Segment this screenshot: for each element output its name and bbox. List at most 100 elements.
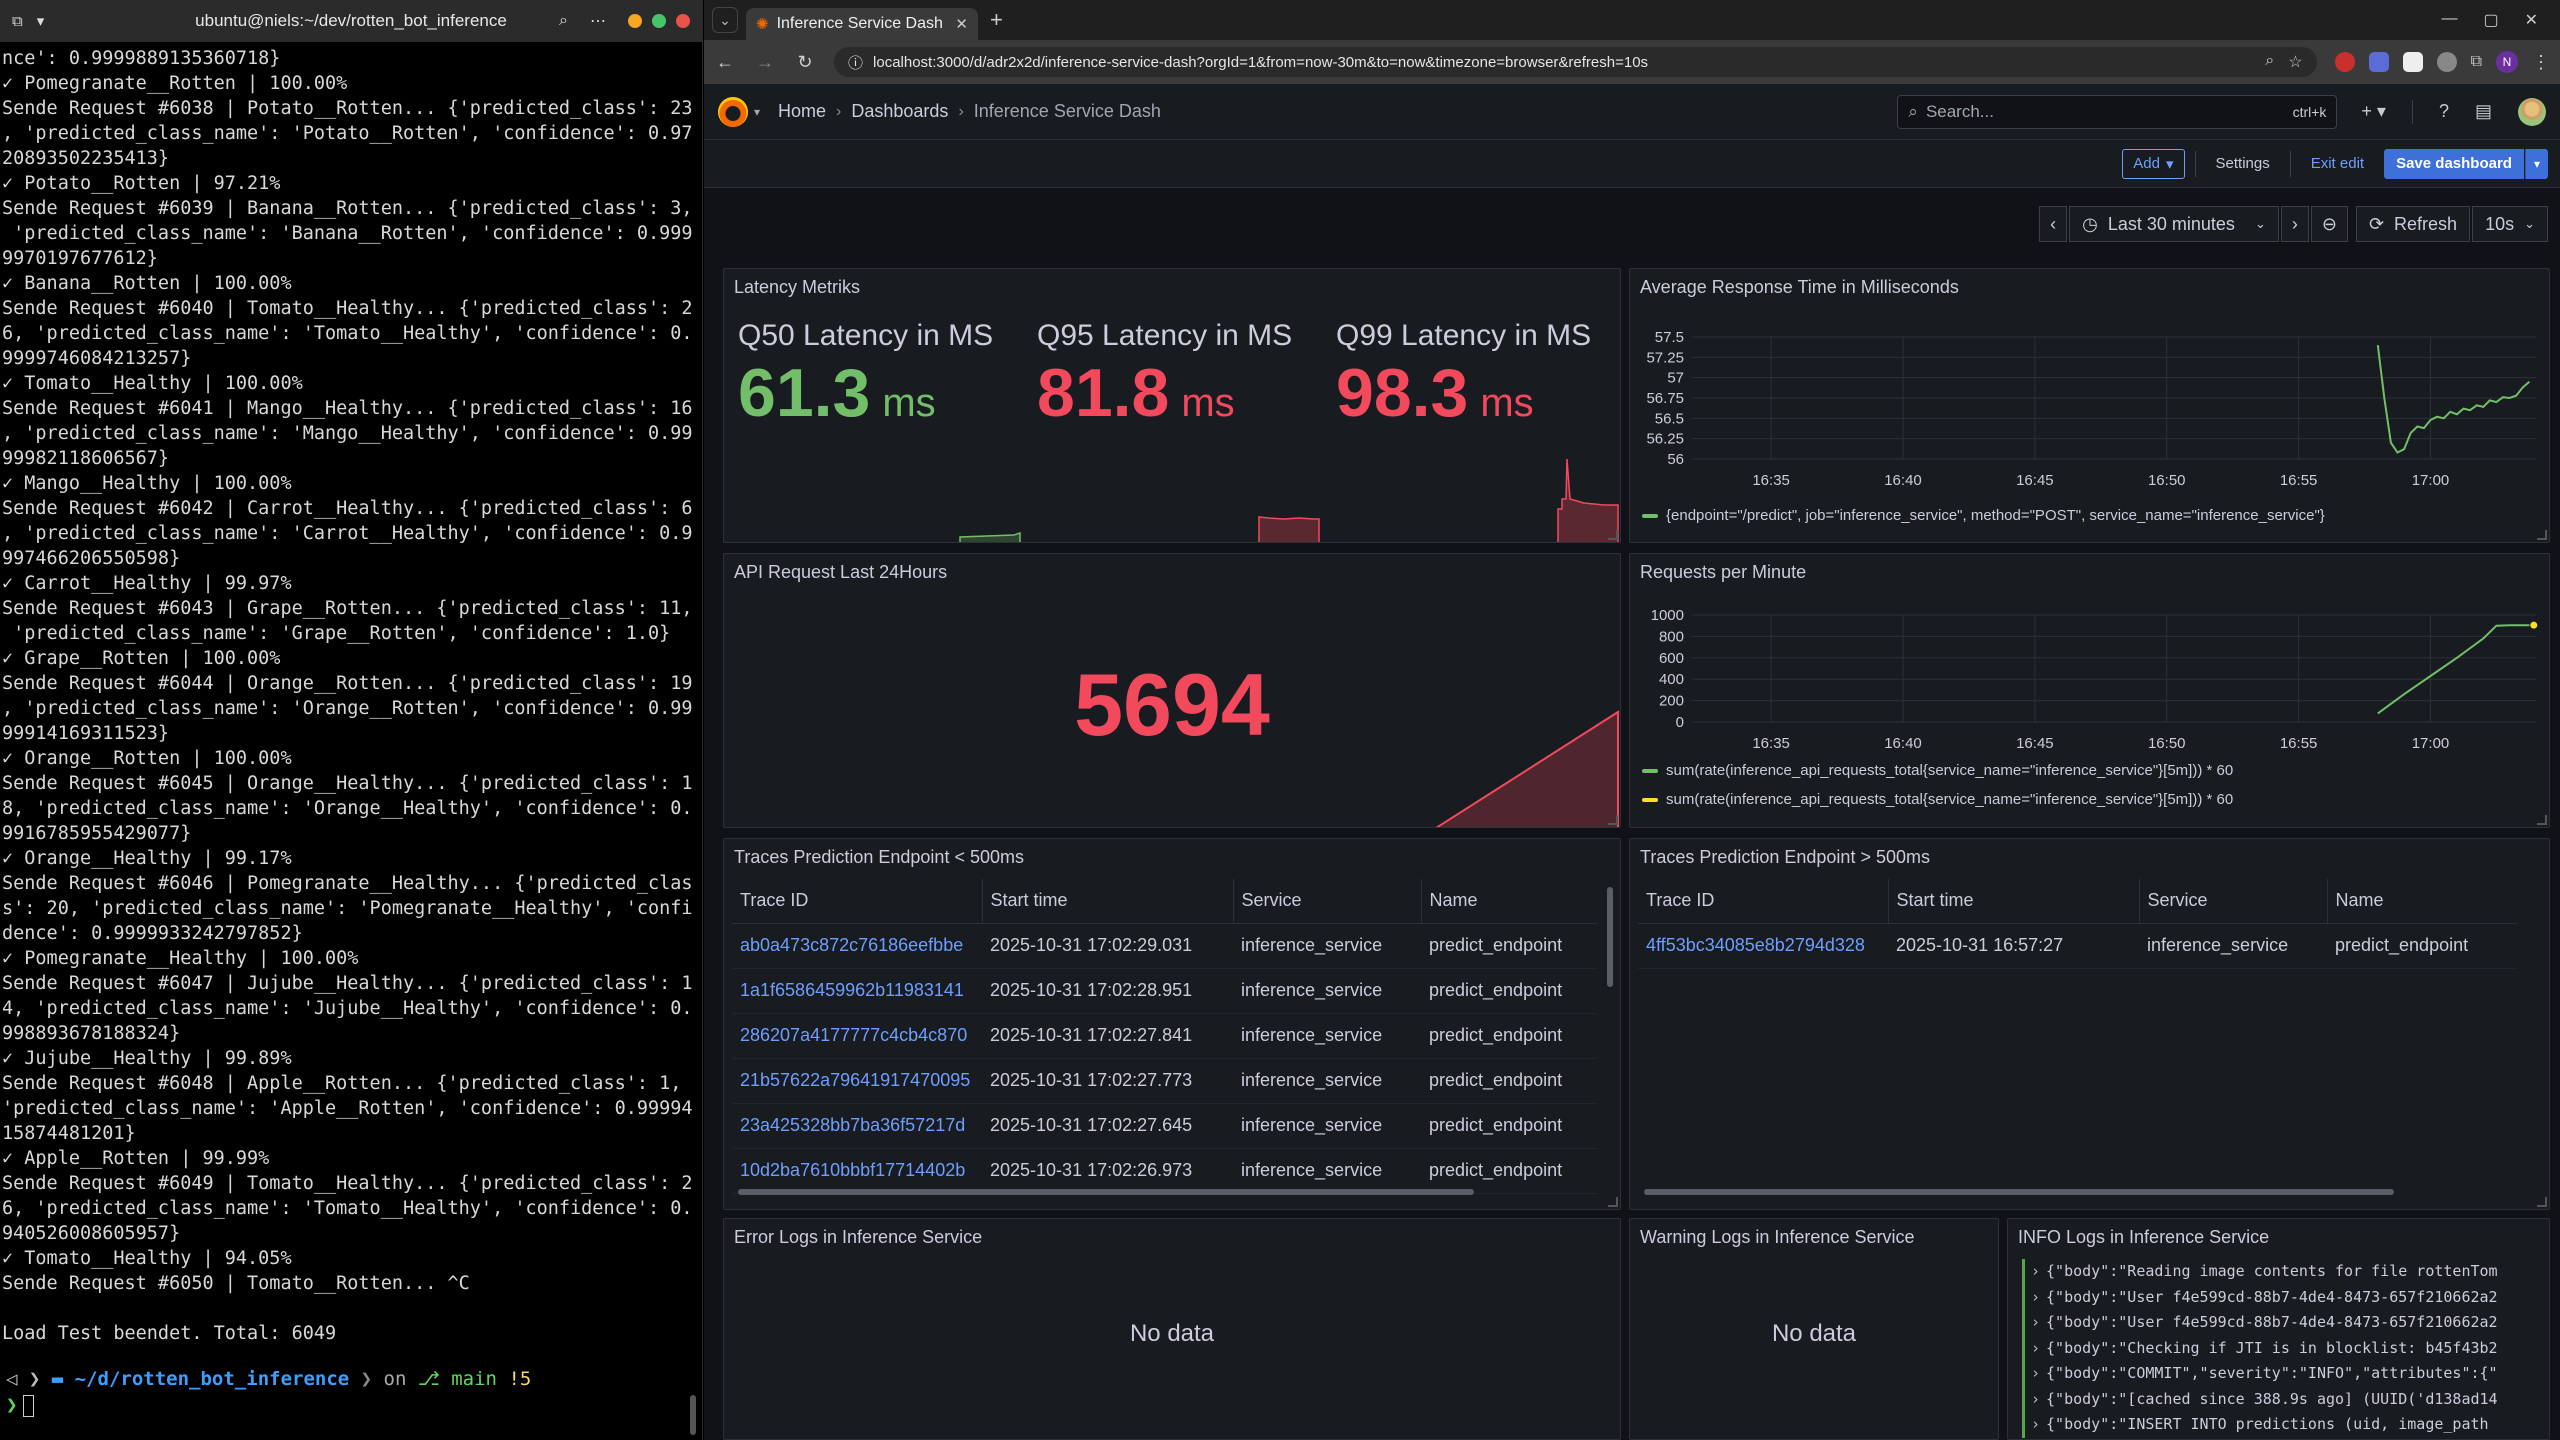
table-row[interactable]: 4ff53bc34085e8b2794d328 2025-10-31 16:57:… [1638, 923, 2517, 969]
bookmark-star-icon[interactable]: ☆ [2288, 52, 2302, 72]
zoom-icon[interactable]: ⌕ [2265, 52, 2274, 72]
panel-traces-fast[interactable]: Traces Prediction Endpoint < 500ms Trace… [723, 838, 1621, 1210]
log-line[interactable]: › {"body":"User f4e599cd-88b7-4de4-8473-6… [2022, 1284, 2535, 1310]
table-row[interactable]: ab0a473c872c76186eefbbe 2025-10-31 17:02:… [732, 923, 1597, 969]
zoom-out-button[interactable]: ⊖ [2310, 206, 2348, 242]
table-row[interactable]: 21b57622a79641917470095 2025-10-31 17:02:… [732, 1058, 1597, 1104]
terminal-input[interactable]: ❯ [0, 1394, 35, 1417]
extensions-puzzle-icon[interactable]: ⧉ [2471, 53, 2482, 71]
column-header-trace-id[interactable]: Trace ID [732, 879, 983, 924]
expand-chevron-icon[interactable]: › [2031, 1339, 2040, 1357]
panel-info-logs[interactable]: INFO Logs in Inference Service › {"body":… [2007, 1218, 2550, 1440]
site-info-icon[interactable]: ⓘ [848, 52, 863, 73]
profile-avatar[interactable]: N [2496, 51, 2518, 73]
terminal-scrollbar[interactable] [690, 1395, 696, 1435]
log-line[interactable]: › {"body":"[cached since 388.9s ago] (UUI… [2022, 1386, 2535, 1412]
column-header-trace-id[interactable]: Trace ID [1638, 879, 1889, 924]
panel-resize-handle[interactable] [2537, 815, 2547, 825]
table-horizontal-scrollbar[interactable] [738, 1189, 1474, 1195]
refresh-interval-picker[interactable]: 10s ⌄ [2472, 206, 2548, 242]
panel-resize-handle[interactable] [1608, 1197, 1618, 1207]
save-options-chevron-icon[interactable]: ▾ [2524, 148, 2548, 179]
minimize-button[interactable] [628, 14, 642, 28]
more-icon[interactable]: ⋯ [590, 11, 606, 31]
trace-id-link[interactable]: ab0a473c872c76186eefbbe [732, 923, 982, 969]
forward-button[interactable]: → [754, 52, 776, 73]
column-header-service[interactable]: Service [2139, 879, 2328, 924]
table-horizontal-scrollbar[interactable] [1644, 1189, 2394, 1195]
browser-menu-icon[interactable]: ⋮ [2532, 52, 2550, 73]
trace-id-link[interactable]: 1a1f6586459962b11983141 [732, 968, 982, 1014]
extension-icon-3[interactable] [2402, 52, 2423, 72]
column-header-name[interactable]: Name [1421, 879, 1597, 924]
trace-id-link[interactable]: 4ff53bc34085e8b2794d328 [1638, 923, 1888, 969]
extension-icon-4[interactable] [2436, 52, 2457, 72]
expand-chevron-icon[interactable]: › [2031, 1288, 2040, 1306]
table-row[interactable]: 286207a4177777c4cb4c870 2025-10-31 17:02:… [732, 1013, 1597, 1059]
chevron-down-icon[interactable]: ▾ [37, 12, 45, 30]
tab-search-button[interactable]: ⌄ [712, 7, 738, 33]
browser-tab-active[interactable]: ✺ Inference Service Dash ✕ [746, 8, 978, 40]
table-vertical-scrollbar[interactable] [1607, 887, 1613, 987]
table-row[interactable]: 1a1f6586459962b11983141 2025-10-31 17:02:… [732, 968, 1597, 1014]
expand-chevron-icon[interactable]: › [2031, 1313, 2040, 1331]
breadcrumb-home[interactable]: Home [778, 101, 826, 122]
panel-avg-response[interactable]: Average Response Time in Milliseconds 56… [1629, 268, 2550, 543]
chevron-down-icon[interactable]: ▾ [754, 105, 760, 119]
panel-latency[interactable]: Latency Metriks Q50 Latency in MS 61.3 ms… [723, 268, 1621, 543]
settings-button[interactable]: Settings [2206, 155, 2280, 172]
expand-chevron-icon[interactable]: › [2031, 1415, 2040, 1433]
panel-traces-slow[interactable]: Traces Prediction Endpoint > 500ms Trace… [1629, 838, 2550, 1210]
panel-resize-handle[interactable] [1608, 530, 1618, 540]
legend-item[interactable]: sum(rate(inference_api_requests_total{se… [1642, 762, 2233, 779]
address-bar[interactable]: ⓘ localhost:3000/d/adr2x2d/inference-ser… [834, 47, 2317, 77]
panel-warning-logs[interactable]: Warning Logs in Inference Service No dat… [1629, 1218, 1999, 1440]
log-line[interactable]: › {"body":"Checking if JTI is in blocklis… [2022, 1335, 2535, 1361]
search-icon[interactable]: ⌕ [559, 12, 568, 30]
time-back-button[interactable]: ‹ [2039, 206, 2068, 242]
breadcrumb-dashboards[interactable]: Dashboards [851, 101, 948, 122]
extension-icon-2[interactable] [2368, 52, 2389, 72]
time-range-picker[interactable]: ◷ Last 30 minutes ⌄ [2069, 206, 2279, 242]
expand-chevron-icon[interactable]: › [2031, 1390, 2040, 1408]
table-row[interactable]: 23a425328bb7ba36f57217d 2025-10-31 17:02:… [732, 1103, 1597, 1149]
panel-resize-handle[interactable] [2537, 1197, 2547, 1207]
exit-edit-button[interactable]: Exit edit [2301, 155, 2374, 172]
panel-api-requests[interactable]: API Request Last 24Hours 5694 [723, 553, 1621, 828]
close-window-button[interactable]: ✕ [2525, 10, 2538, 30]
user-avatar[interactable] [2518, 97, 2546, 126]
close-button[interactable] [676, 14, 690, 28]
search-input[interactable]: ⌕ Search... ctrl+k [1897, 94, 2338, 129]
new-plus-menu-icon[interactable]: + ▾ [2361, 101, 2386, 122]
help-icon[interactable]: ? [2439, 101, 2449, 122]
time-forward-button[interactable]: › [2280, 206, 2309, 242]
trace-id-link[interactable]: 10d2ba7610bbbf17714402b [732, 1148, 982, 1194]
log-line[interactable]: › {"body":"COMMIT","severity":"INFO","att… [2022, 1361, 2535, 1387]
table-row[interactable]: 10d2ba7610bbbf17714402b 2025-10-31 17:02:… [732, 1148, 1597, 1194]
new-tab-button[interactable]: + [990, 7, 1003, 33]
maximize-button[interactable] [652, 14, 666, 28]
log-line[interactable]: › {"body":"User f4e599cd-88b7-4de4-8473-6… [2022, 1310, 2535, 1336]
expand-chevron-icon[interactable]: › [2031, 1364, 2040, 1382]
panel-error-logs[interactable]: Error Logs in Inference Service No data [723, 1218, 1621, 1440]
panel-requests-per-minute[interactable]: Requests per Minute 0 200 400 600 800 1000 16:… [1629, 553, 2550, 828]
panel-resize-handle[interactable] [2537, 530, 2547, 540]
save-dashboard-button[interactable]: Save dashboard [2384, 148, 2524, 179]
extension-icon-1[interactable] [2334, 52, 2355, 72]
legend-item[interactable]: sum(rate(inference_api_requests_total{se… [1642, 791, 2233, 808]
back-button[interactable]: ← [714, 52, 736, 73]
column-header-service[interactable]: Service [1233, 879, 1422, 924]
grafana-logo-icon[interactable] [718, 96, 748, 127]
browser-window[interactable]: ⌄ ✺ Inference Service Dash ✕ + — ▢ ✕ ← →… [704, 0, 2560, 1440]
trace-id-link[interactable]: 23a425328bb7ba36f57217d [732, 1103, 982, 1149]
terminal-window[interactable]: ⧉ ▾ ubuntu@niels:~/dev/rotten_bot_infere… [0, 0, 703, 1440]
column-header-start-time[interactable]: Start time [982, 879, 1234, 924]
terminal-icon[interactable]: ⧉ [12, 13, 23, 30]
minimize-window-button[interactable]: — [2441, 10, 2457, 30]
log-line[interactable]: › {"body":"Reading image contents for fil… [2022, 1259, 2535, 1285]
expand-chevron-icon[interactable]: › [2031, 1262, 2040, 1280]
legend-item[interactable]: {endpoint="/predict", job="inference_ser… [1642, 507, 2325, 524]
maximize-window-button[interactable]: ▢ [2483, 10, 2498, 30]
add-button[interactable]: Add ▾ [2122, 148, 2185, 179]
column-header-start-time[interactable]: Start time [1888, 879, 2140, 924]
